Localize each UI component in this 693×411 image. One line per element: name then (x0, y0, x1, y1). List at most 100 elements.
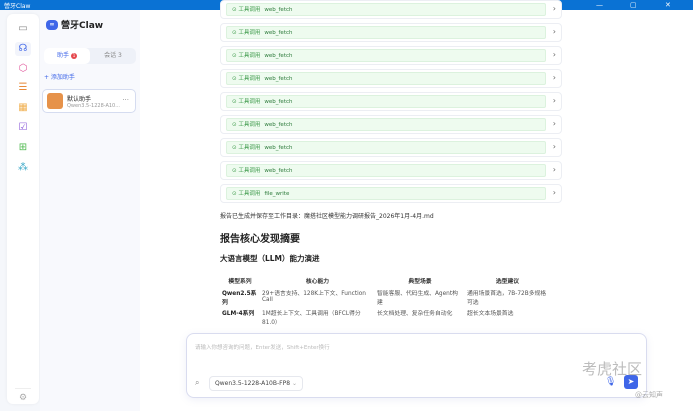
tool-call-pill: ⊙ 工具调用 web_fetch (226, 26, 546, 39)
check-circle-icon: ⊙ (232, 122, 237, 128)
llm-heading: 大语言模型（LLM）能力演进 (220, 254, 320, 263)
tool-call-pill: ⊙ 工具调用 web_fetch (226, 72, 546, 85)
chevron-right-icon[interactable]: › (553, 188, 556, 197)
add-assistant-button[interactable]: + 添加助手 (44, 72, 75, 81)
check-circle-icon: ⊙ (232, 30, 237, 36)
tool-call-label: 工具调用 (238, 30, 261, 36)
tab-assistants[interactable]: 助手 1 (44, 48, 90, 64)
network-icon[interactable]: ⁂ (15, 161, 31, 175)
maximize-button[interactable]: ▢ (630, 0, 637, 10)
tool-name: web_fetch (264, 53, 293, 59)
chat-input-box[interactable]: 请输入你想咨询的问题，Enter发送，Shift+Enter换行 ⌕ Qwen3… (186, 333, 647, 398)
chevron-right-icon[interactable]: › (553, 73, 556, 82)
table-row: Qwen2.5系列 29+语言支持、128K上下文、Function Call 智能… (220, 287, 550, 307)
tool-call-label: 工具调用 (238, 122, 261, 128)
chevron-down-icon: ⌄ (291, 380, 297, 387)
agent-item[interactable]: 默认助手 Qwen3.5-1228-A10... ··· (42, 89, 136, 113)
tool-call-pill: ⊙ 工具调用 web_fetch (226, 49, 546, 62)
chevron-right-icon[interactable]: › (553, 165, 556, 174)
tool-call-pill: ⊙ 工具调用 file_write (226, 187, 546, 200)
tool-call-label: 工具调用 (238, 145, 261, 151)
chevron-right-icon[interactable]: › (553, 50, 556, 59)
tool-name: web_fetch (264, 122, 293, 128)
list-icon[interactable]: ☰ (15, 81, 31, 95)
tool-call-pill: ⊙ 工具调用 web_fetch (226, 164, 546, 177)
tool-call-row[interactable]: ⊙ 工具调用 web_fetch › (220, 0, 562, 19)
tool-call-row[interactable]: ⊙ 工具调用 web_fetch › (220, 138, 562, 157)
tool-name: web_fetch (264, 168, 293, 174)
tool-name: web_fetch (264, 99, 293, 105)
tool-call-row[interactable]: ⊙ 工具调用 web_fetch › (220, 92, 562, 111)
tool-call-label: 工具调用 (238, 191, 261, 197)
chevron-right-icon[interactable]: › (553, 96, 556, 105)
chevron-right-icon[interactable]: › (553, 142, 556, 151)
model-select[interactable]: Qwen3.5-1228-A10B-FP8 ⌄ (209, 376, 303, 391)
tool-call-pill: ⊙ 工具调用 web_fetch (226, 95, 546, 108)
check-circle-icon: ⊙ (232, 99, 237, 105)
model-name: Qwen3.5-1228-A10B-FP8 (215, 380, 291, 387)
assistant-icon[interactable]: ☊ (15, 42, 31, 56)
tool-call-row[interactable]: ⊙ 工具调用 web_fetch › (220, 23, 562, 42)
tool-name: web_fetch (264, 76, 293, 82)
tab-label: 助手 (57, 52, 70, 59)
icon-rail: ▭ ☊ ⬡ ☰ ▦ ☑ ⊞ ⁂ ⚙ (7, 14, 39, 404)
cell: 通用场景首选，7B-72B多规格可选 (467, 291, 547, 306)
tool-name: web_fetch (264, 7, 293, 13)
avatar (47, 93, 63, 109)
chevron-right-icon[interactable]: › (553, 4, 556, 13)
check-circle-icon: ⊙ (232, 145, 237, 151)
attach-icon[interactable]: ⌕ (195, 378, 199, 388)
th: 选型建议 (495, 279, 520, 285)
cell: 1M超长上下文、工具调用（BFCL得分81.0） (262, 311, 361, 326)
tool-call-row[interactable]: ⊙ 工具调用 web_fetch › (220, 115, 562, 134)
tab-label: 会话 (104, 52, 117, 59)
tool-call-label: 工具调用 (238, 99, 261, 105)
minimize-button[interactable]: — (596, 0, 603, 10)
cell: GLM-4系列 (222, 311, 255, 317)
logo-icon: ∞ (46, 19, 58, 30)
tool-call-row[interactable]: ⊙ 工具调用 web_fetch › (220, 161, 562, 180)
summary-heading: 报告核心发现摘要 (220, 234, 300, 245)
tool-call-label: 工具调用 (238, 168, 261, 174)
check-circle-icon: ⊙ (232, 76, 237, 82)
cell: 智能客服、代码生成、Agent构建 (377, 291, 458, 306)
check-circle-icon: ⊙ (232, 53, 237, 59)
cell: 29+语言支持、128K上下文、Function Call (262, 291, 366, 303)
tool-call-row[interactable]: ⊙ 工具调用 web_fetch › (220, 69, 562, 88)
cell: Qwen2.5系列 (222, 291, 257, 306)
tool-name: web_fetch (264, 145, 293, 151)
assistant-panel: ∞ 營牙Claw 助手 1 会话 3 + 添加助手 默认助手 Qwen3.5-12… (40, 10, 140, 411)
chat-input[interactable]: 请输入你想咨询的问题，Enter发送，Shift+Enter换行 (195, 343, 330, 351)
tool-call-label: 工具调用 (238, 76, 261, 82)
chevron-right-icon[interactable]: › (553, 27, 556, 36)
task-icon[interactable]: ☑ (15, 121, 31, 135)
tool-call-pill: ⊙ 工具调用 web_fetch (226, 3, 546, 16)
model-table: 模型系列 核心能力 典型场景 选型建议 Qwen2.5系列 29+语言支持、128… (220, 274, 550, 327)
th: 核心能力 (305, 279, 330, 285)
tool-call-row[interactable]: ⊙ 工具调用 file_write › (220, 184, 562, 203)
grid-icon[interactable]: ⊞ (15, 141, 31, 155)
sidebar-toggle-icon[interactable]: ▭ (15, 22, 31, 36)
tab-count: 3 (118, 52, 122, 59)
check-circle-icon: ⊙ (232, 191, 237, 197)
tab-sessions[interactable]: 会话 3 (90, 48, 136, 64)
brand: ∞ 營牙Claw (46, 18, 103, 31)
check-circle-icon: ⊙ (232, 7, 237, 13)
panel-tabs: 助手 1 会话 3 (44, 48, 136, 64)
tool-name: web_fetch (264, 30, 293, 36)
watermark: 考虎社区 (582, 360, 643, 378)
tool-call-label: 工具调用 (238, 7, 261, 13)
check-circle-icon: ⊙ (232, 168, 237, 174)
saved-message: 报告已生成并保存至工作目录：魔搭社区模型能力调研报告_2026年1月-4月.md (220, 213, 434, 220)
tool-call-pill: ⊙ 工具调用 web_fetch (226, 118, 546, 131)
tool-name: file_write (264, 191, 290, 197)
settings-icon[interactable]: ⚙ (15, 388, 31, 403)
th: 模型系列 (228, 279, 252, 285)
close-button[interactable]: ✕ (665, 0, 671, 10)
tool-call-row[interactable]: ⊙ 工具调用 web_fetch › (220, 46, 562, 65)
calendar-icon[interactable]: ▦ (15, 101, 31, 115)
agent-model: Qwen3.5-1228-A10... (67, 103, 120, 109)
more-icon[interactable]: ··· (122, 96, 129, 104)
cube-icon[interactable]: ⬡ (15, 62, 31, 76)
chevron-right-icon[interactable]: › (553, 119, 556, 128)
